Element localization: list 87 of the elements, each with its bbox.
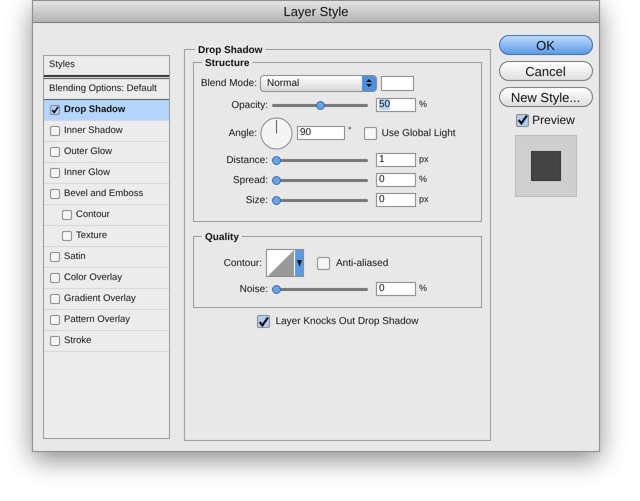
styles-header: Styles bbox=[44, 56, 169, 77]
window-title: Layer Style bbox=[283, 2, 349, 21]
field-label: Size: bbox=[244, 194, 269, 208]
style-item[interactable]: Pattern Overlay bbox=[44, 310, 169, 331]
style-label: Satin bbox=[64, 250, 86, 264]
style-label: Pattern Overlay bbox=[64, 312, 130, 327]
checkbox[interactable] bbox=[50, 252, 60, 262]
blend-mode-dropdown[interactable]: Normal bbox=[260, 74, 377, 92]
stepper-icon bbox=[362, 76, 376, 90]
checkmark-icon bbox=[517, 114, 528, 126]
caret-icon bbox=[295, 250, 303, 276]
unit-label: % bbox=[419, 282, 428, 296]
dialog-button[interactable]: Cancel bbox=[498, 61, 592, 81]
checkbox[interactable] bbox=[50, 336, 60, 346]
checkbox[interactable] bbox=[50, 105, 60, 115]
field-label: Contour: bbox=[222, 256, 263, 270]
checkbox-label: Preview bbox=[532, 112, 575, 129]
input-field[interactable]: 0 bbox=[376, 282, 416, 296]
checkbox[interactable] bbox=[516, 114, 530, 126]
style-item[interactable]: Satin bbox=[44, 247, 169, 268]
checkbox-label: Use Global Light bbox=[382, 126, 456, 140]
unit-label: % bbox=[419, 173, 428, 186]
style-item[interactable]: Outer Glow bbox=[44, 142, 169, 163]
checkmark-icon bbox=[258, 316, 269, 328]
color-swatch[interactable] bbox=[381, 76, 414, 90]
style-item[interactable]: Color Overlay bbox=[44, 268, 169, 289]
input-field[interactable]: 1 bbox=[376, 153, 416, 167]
checkbox[interactable] bbox=[364, 126, 377, 140]
checkbox[interactable] bbox=[62, 231, 72, 241]
style-label: Gradient Overlay bbox=[64, 292, 136, 306]
field-label: Angle: bbox=[228, 126, 258, 140]
style-label: Stroke bbox=[64, 334, 92, 348]
style-item[interactable]: Inner Glow bbox=[44, 163, 169, 184]
style-label: Inner Glow bbox=[64, 166, 110, 180]
style-item[interactable]: Drop Shadow bbox=[44, 100, 169, 121]
slider-thumb[interactable] bbox=[272, 176, 281, 184]
checkbox[interactable] bbox=[50, 168, 60, 178]
unit-label: % bbox=[419, 98, 428, 112]
field-label: Opacity: bbox=[230, 98, 269, 112]
style-item[interactable]: Texture bbox=[44, 226, 169, 247]
style-label: Inner Shadow bbox=[64, 124, 123, 138]
field-label: Spread: bbox=[232, 174, 269, 188]
dialog-button[interactable]: OK bbox=[498, 35, 592, 55]
slider-thumb[interactable] bbox=[272, 284, 281, 294]
style-label: Drop Shadow bbox=[64, 102, 126, 117]
style-item[interactable]: Gradient Overlay bbox=[44, 289, 169, 310]
checkbox[interactable] bbox=[50, 189, 60, 199]
input-field[interactable]: 90 bbox=[297, 126, 345, 140]
input-field[interactable]: 50 bbox=[376, 98, 416, 112]
input-field[interactable]: 0 bbox=[376, 193, 416, 207]
style-item[interactable]: Inner Shadow bbox=[44, 121, 169, 142]
checkbox[interactable] bbox=[50, 294, 60, 304]
checkbox-label: Layer Knocks Out Drop Shadow bbox=[276, 315, 418, 329]
section-title: Drop Shadow bbox=[195, 43, 266, 58]
slider-thumb[interactable] bbox=[272, 156, 281, 164]
checkbox[interactable] bbox=[50, 315, 60, 325]
style-item[interactable]: Bevel and Emboss bbox=[44, 184, 169, 205]
dialog-button[interactable]: New Style... bbox=[498, 87, 592, 107]
contour-picker[interactable] bbox=[266, 249, 304, 277]
style-label: Bevel and Emboss bbox=[64, 186, 144, 201]
style-label: Outer Glow bbox=[64, 144, 112, 159]
unit-label: ° bbox=[348, 124, 352, 137]
style-item[interactable]: Contour bbox=[44, 205, 169, 226]
field-label: Blend Mode: bbox=[200, 76, 258, 90]
field-label: Noise: bbox=[238, 282, 269, 296]
field-label: Distance: bbox=[225, 154, 269, 168]
style-item[interactable]: Stroke bbox=[44, 331, 169, 352]
group-title: Quality bbox=[202, 230, 242, 245]
slider-thumb[interactable] bbox=[316, 100, 324, 110]
checkbox[interactable] bbox=[317, 256, 330, 270]
checkbox[interactable] bbox=[50, 273, 60, 283]
input-field[interactable]: 0 bbox=[376, 173, 416, 187]
checkbox-label: Anti-aliased bbox=[336, 256, 388, 270]
style-label: Texture bbox=[76, 228, 108, 243]
checkbox[interactable] bbox=[256, 315, 270, 328]
checkbox[interactable] bbox=[50, 126, 60, 136]
style-label: Color Overlay bbox=[64, 270, 122, 285]
slider-thumb[interactable] bbox=[272, 196, 281, 204]
shadow-preview-square bbox=[530, 151, 560, 181]
checkbox[interactable] bbox=[62, 210, 72, 220]
unit-label: px bbox=[419, 153, 429, 166]
angle-dial-icon[interactable] bbox=[260, 116, 293, 150]
style-label: Contour bbox=[76, 208, 110, 222]
contour-curve-icon bbox=[267, 250, 295, 276]
checkmark-icon bbox=[51, 105, 59, 115]
checkbox[interactable] bbox=[50, 147, 60, 157]
unit-label: px bbox=[419, 193, 429, 206]
